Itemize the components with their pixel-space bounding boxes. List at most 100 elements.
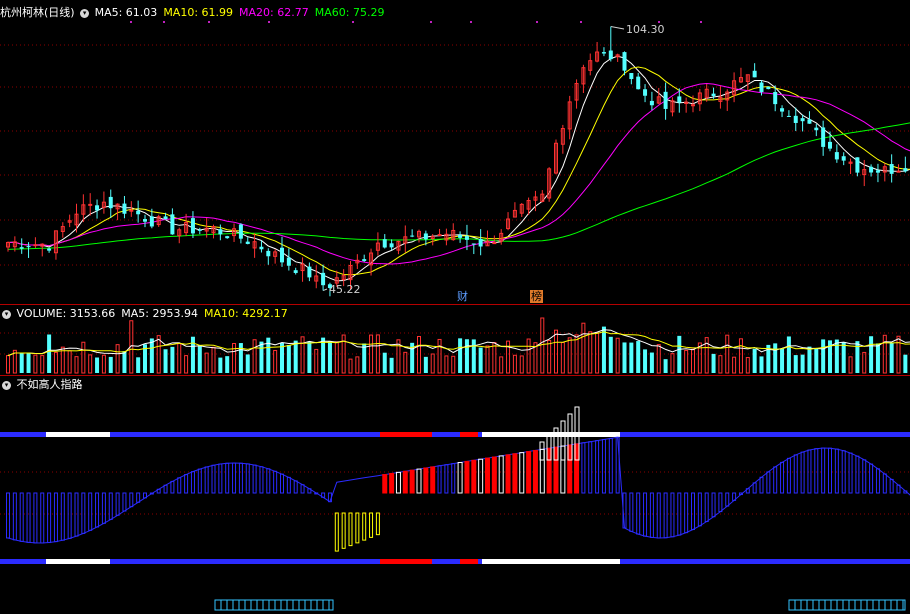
indicator-series <box>0 406 910 564</box>
list-badge[interactable]: 榜 <box>530 290 543 303</box>
indicator-bar-red <box>505 454 511 494</box>
volume-bar-up <box>595 332 600 374</box>
volume-bar-down <box>389 357 394 373</box>
volume-bar-down <box>149 338 154 373</box>
indicator-bar-red <box>402 470 408 494</box>
volume-bar-down <box>423 356 428 373</box>
event-dot <box>700 21 702 23</box>
volume-bar-down <box>190 336 195 373</box>
volume-bar-down <box>108 356 113 373</box>
indicator-bar-blue <box>136 492 141 503</box>
indicator-bar-blue <box>88 492 93 531</box>
volume-bar-up <box>115 344 120 374</box>
indicator-title: 不如高人指路 <box>16 378 83 391</box>
volume-legend-item-0: VOLUME: 3153.66 <box>16 307 116 320</box>
main-settings-icon[interactable]: ▾ <box>80 8 90 18</box>
volume-bar-up <box>718 355 723 374</box>
candle-body-down <box>663 91 668 109</box>
indicator-top-segment <box>46 432 110 437</box>
volume-bar-up <box>81 341 86 374</box>
indicator-bar-blue <box>800 451 805 494</box>
indicator-bar-blue <box>759 476 764 494</box>
volume-bar-up <box>732 356 737 374</box>
indicator-bar-blue <box>122 492 127 512</box>
indicator-top-segment <box>460 432 478 437</box>
indicator-bar-blue <box>211 464 216 494</box>
volume-bar-down <box>259 341 264 373</box>
candle-body-down <box>170 214 175 235</box>
indicator-bar-blue <box>786 457 791 494</box>
volume-bar-up <box>684 349 689 374</box>
indicator-bar-blue <box>95 492 100 528</box>
volume-bar-up <box>369 334 374 374</box>
indicator-bottom-segment <box>380 559 432 564</box>
candle-body-down <box>410 235 415 237</box>
volume-bar-down <box>136 357 141 373</box>
low-leader-line <box>322 288 328 292</box>
candle-body-up <box>896 170 901 173</box>
indicator-bar-blue <box>314 492 319 495</box>
indicator-bar-blue <box>828 447 832 494</box>
volume-bar-down <box>869 336 874 373</box>
volume-settings-icon[interactable]: ▾ <box>2 309 11 319</box>
volume-bar-up <box>430 353 435 374</box>
volume-bar-up <box>738 338 743 374</box>
volume-bar-down <box>711 353 716 373</box>
volume-bar-up <box>554 329 558 374</box>
indicator-bar-blue <box>677 492 682 536</box>
indicator-bottom-segment <box>460 559 478 564</box>
indicator-bar-red <box>457 462 463 494</box>
volume-bar-down <box>793 355 798 373</box>
indicator-bar-red <box>512 453 518 494</box>
indicator-bar-blue <box>60 492 65 541</box>
indicator-bar-blue <box>725 492 730 507</box>
candle-body-down <box>280 247 284 263</box>
candle-body-down <box>629 72 634 80</box>
candle-body-down <box>362 259 367 261</box>
indicator-bar-red <box>471 459 477 494</box>
volume-bar-down <box>26 353 31 373</box>
candle-body-up <box>437 234 442 237</box>
indicator-settings-icon[interactable]: ▾ <box>2 380 11 390</box>
candle-body-up <box>129 209 134 212</box>
volume-bar-down <box>293 340 298 373</box>
indicator-bar-blue <box>67 492 72 539</box>
price-grid-lines <box>0 44 910 515</box>
volume-bar-down <box>238 343 243 373</box>
indicator-bar-blue <box>588 441 593 494</box>
volume-legend-item-2: MA10: 4292.17 <box>203 307 288 320</box>
indicator-bar-blue <box>225 462 230 494</box>
indicator-bar-red <box>532 449 538 494</box>
candle-body-down <box>855 157 860 173</box>
candle-body-up <box>88 203 93 206</box>
volume-bar-up <box>656 344 661 374</box>
candle-body-down <box>821 127 826 147</box>
indicator-bottom-segment <box>46 559 110 564</box>
volume-bar-down <box>759 356 764 373</box>
candle-body-down <box>752 70 757 78</box>
volume-bar-up <box>615 337 620 374</box>
finance-badge[interactable]: 财 <box>456 290 469 303</box>
volume-bar-down <box>821 339 826 373</box>
candle-body-down <box>834 152 839 160</box>
candle-body-up <box>33 244 38 247</box>
indicator-bar-blue <box>875 468 880 494</box>
indicator-bar-blue <box>684 492 689 534</box>
volume-bar-down <box>382 352 387 373</box>
candle-body-down <box>143 219 147 222</box>
volume-bar-down <box>601 326 606 373</box>
volume-bar-up <box>334 341 339 374</box>
event-dot <box>163 21 165 23</box>
volume-bar-up <box>156 335 161 374</box>
candle-body-down <box>286 257 291 266</box>
main-legend-item-1: MA10: 61.99 <box>163 6 234 19</box>
candle-body-down <box>26 246 31 248</box>
volume-bar-down <box>245 354 250 373</box>
volume-bar-up <box>40 355 45 374</box>
indicator-bar-blue <box>807 449 812 494</box>
indicator-bar-blue <box>444 464 449 494</box>
event-dot <box>268 21 270 23</box>
indicator-bar-red <box>389 472 395 494</box>
candle-body-down <box>464 236 469 240</box>
candle-body-down <box>828 141 832 149</box>
